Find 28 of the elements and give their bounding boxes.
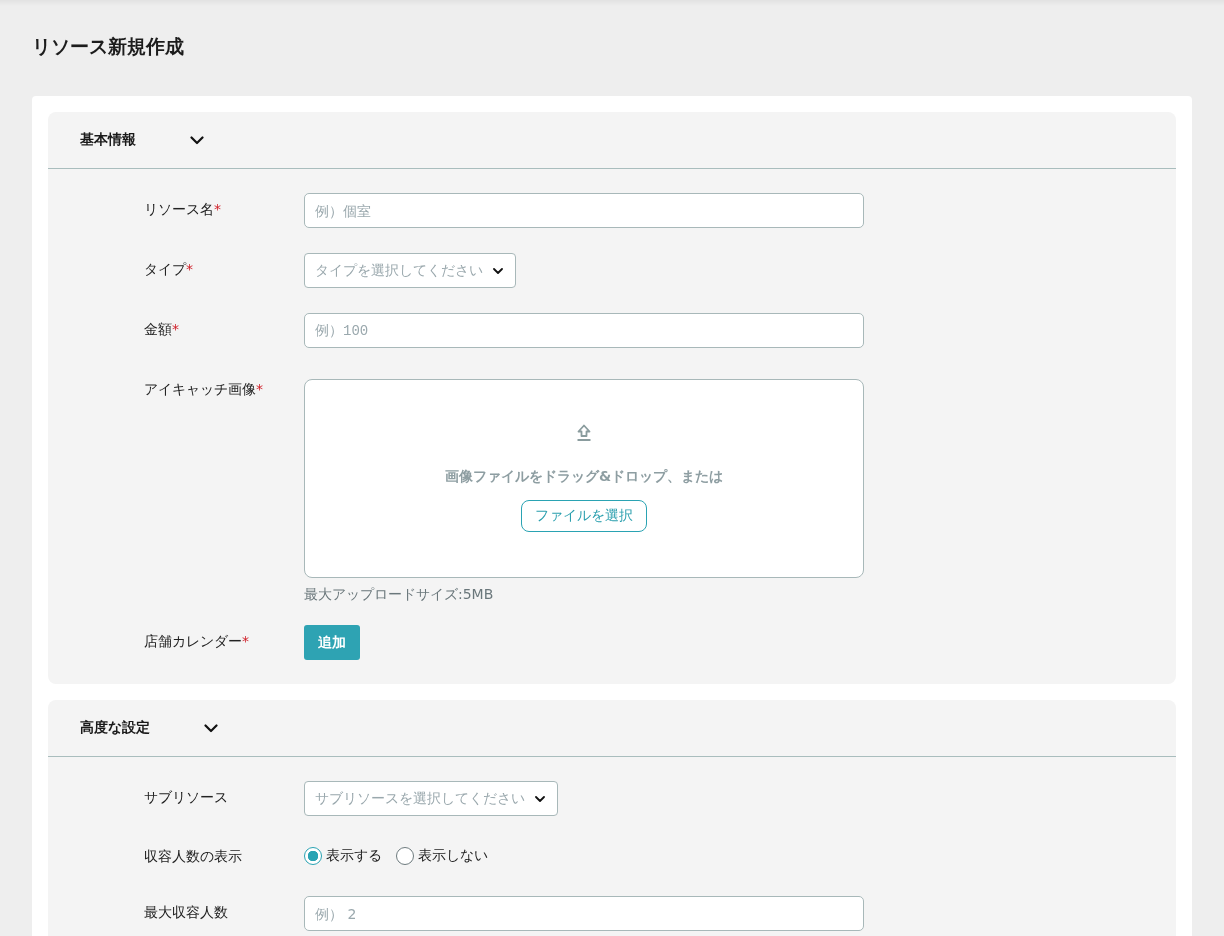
upload-icon — [576, 424, 592, 442]
field-label: 金額* — [144, 320, 179, 339]
add-button[interactable]: 追加 — [304, 625, 360, 660]
section-header[interactable]: 基本情報 — [48, 112, 1176, 169]
radio-option[interactable]: 表示する — [304, 847, 382, 865]
field-label: サブリソース — [144, 788, 228, 807]
upload-prompt: 画像ファイルをドラッグ&ドロップ、または — [444, 467, 724, 486]
text-input[interactable]: 例） 2 — [304, 896, 864, 931]
select-dropdown[interactable]: タイプを選択してください — [304, 253, 516, 288]
chevron-down-icon — [535, 795, 545, 802]
field-label: アイキャッチ画像* — [144, 380, 263, 399]
text-input[interactable]: 例）個室 — [304, 193, 864, 228]
field-label: 最大収容人数 — [144, 903, 228, 922]
radio-option[interactable]: 表示しない — [396, 847, 488, 865]
file-select-button[interactable]: ファイルを選択 — [521, 500, 647, 532]
field-label: 店舗カレンダー* — [144, 632, 249, 651]
field-label: リソース名* — [144, 200, 221, 219]
chevron-down-icon — [493, 267, 503, 274]
radio-button[interactable] — [304, 847, 322, 865]
field-label: 収容人数の表示 — [144, 847, 242, 866]
field-label: タイプ* — [144, 260, 193, 279]
section-header[interactable]: 高度な設定 — [48, 700, 1176, 757]
upload-size-note: 最大アップロードサイズ:5MB — [304, 585, 494, 604]
text-input[interactable]: 例）100 — [304, 313, 864, 348]
page-title: リソース新規作成 — [32, 34, 185, 59]
radio-button[interactable] — [396, 847, 414, 865]
upload-dropzone[interactable]: 画像ファイルをドラッグ&ドロップ、または ファイルを選択 — [304, 379, 864, 578]
select-dropdown[interactable]: サブリソースを選択してください — [304, 781, 558, 816]
